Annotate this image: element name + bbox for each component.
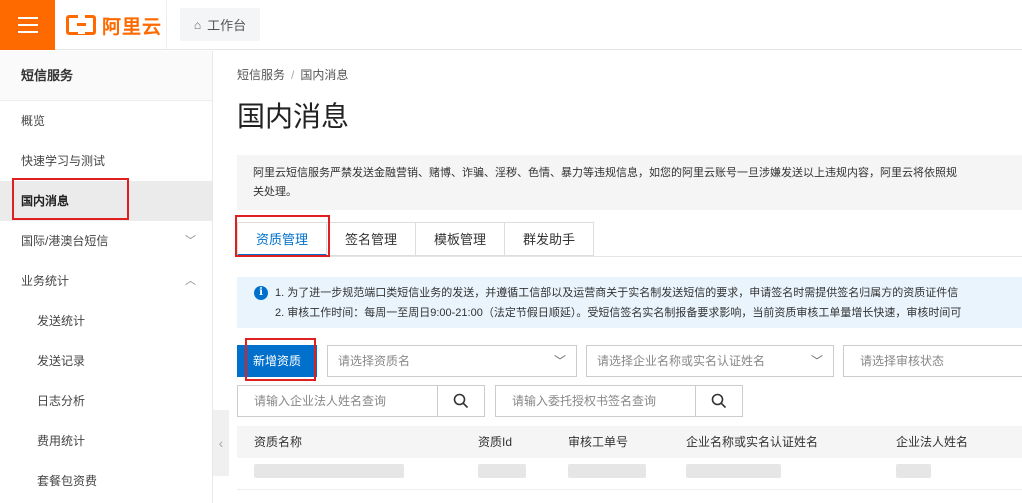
workbench-button[interactable]: ⌂ 工作台 <box>180 8 260 41</box>
sidebar-item-label: 套餐包资费 <box>37 474 98 488</box>
notice-line: 阿里云短信服务严禁发送金融营销、赌博、诈骗、淫秽、色情、暴力等违规信息，如您的阿… <box>253 167 957 179</box>
column-header: 企业名称或实名认证姓名 <box>686 435 819 449</box>
breadcrumb-separator: / <box>291 68 295 82</box>
redacted-cell <box>896 464 931 478</box>
tab-bulk-send[interactable]: 群发助手 <box>505 222 595 256</box>
chevron-down-icon: ﹀ <box>553 354 566 368</box>
search-icon <box>453 393 469 409</box>
tab-signature[interactable]: 签名管理 <box>327 222 417 256</box>
table-header: 资质名称 资质Id 审核工单号 企业名称或实名认证姓名 企业法人姓名 <box>237 426 1022 458</box>
sidebar-item-label: 发送记录 <box>37 354 86 368</box>
redacted-cell <box>686 464 781 478</box>
sidebar-item-label: 国际/港澳台短信 <box>21 234 109 248</box>
info-banner: i 1. 为了进一步规范端口类短信业务的发送，并遵循工信部以及运营商关于实名制发… <box>237 277 1022 328</box>
sidebar-item-quick-start[interactable]: 快速学习与测试 <box>0 141 212 181</box>
warning-notice: 阿里云短信服务严禁发送金融营销、赌博、诈骗、淫秽、色情、暴力等违规信息，如您的阿… <box>237 155 1022 210</box>
review-status-select[interactable]: 请选择审核状态 <box>843 345 1022 377</box>
redacted-cell <box>478 464 526 478</box>
notice-line: 关处理。 <box>253 186 297 198</box>
input-placeholder: 请输入委托授权书签名查询 <box>512 394 657 408</box>
qualification-name-select[interactable]: 请选择资质名 ﹀ <box>327 345 577 377</box>
sidebar-item-overview[interactable]: 概览 <box>0 101 212 141</box>
sidebar-item-label: 快速学习与测试 <box>21 154 106 168</box>
sidebar-item-label: 业务统计 <box>21 274 70 288</box>
sidebar-item-label: 日志分析 <box>37 394 86 408</box>
breadcrumb-item[interactable]: 短信服务 <box>237 68 285 82</box>
aliyun-logo-mark-icon <box>66 14 96 35</box>
sidebar-item-label: 发送统计 <box>37 314 86 328</box>
search-button[interactable] <box>437 385 485 417</box>
chevron-up-icon: ︿ <box>185 275 196 287</box>
top-bar: 阿里云 ⌂ 工作台 <box>0 0 1022 50</box>
column-header: 审核工单号 <box>568 435 629 449</box>
highlight-box <box>235 215 330 257</box>
select-placeholder: 请选择审核状态 <box>860 354 945 368</box>
sidebar-item-international[interactable]: 国际/港澳台短信 ﹀ <box>0 221 212 261</box>
home-icon: ⌂ <box>193 17 202 32</box>
sidebar-item-log-analysis[interactable]: 日志分析 <box>0 381 212 421</box>
column-header: 资质名称 <box>254 435 303 449</box>
info-line: 1. 为了进一步规范端口类短信业务的发送，并遵循工信部以及运营商关于实名制发送短… <box>275 287 959 299</box>
tab-divider <box>237 256 1022 257</box>
divider <box>166 0 167 50</box>
sidebar-item-label: 概览 <box>21 114 46 128</box>
sidebar-collapse-handle[interactable]: ‹ <box>213 410 229 476</box>
row-divider <box>237 489 1022 490</box>
info-icon: i <box>254 286 268 300</box>
company-name-select[interactable]: 请选择企业名称或实名认证姓名 ﹀ <box>586 345 834 377</box>
breadcrumb-item: 国内消息 <box>300 68 349 82</box>
highlight-box <box>245 338 316 381</box>
chevron-down-icon: ﹀ <box>810 354 823 368</box>
redacted-cell <box>254 464 404 478</box>
column-header: 资质Id <box>478 435 513 449</box>
input-placeholder: 请输入企业法人姓名查询 <box>254 394 387 408</box>
sidebar-item-statistics[interactable]: 业务统计 ︿ <box>0 261 212 301</box>
sidebar: 短信服务 概览 快速学习与测试 国内消息 国际/港澳台短信 ﹀ 业务统计 ︿ 发送统… <box>0 51 213 503</box>
highlight-box <box>12 178 129 220</box>
legal-person-search-input[interactable]: 请输入企业法人姓名查询 <box>237 385 438 417</box>
sidebar-item-send-stats[interactable]: 发送统计 <box>0 301 212 341</box>
select-placeholder: 请选择企业名称或实名认证姓名 <box>597 354 766 368</box>
aliyun-logo[interactable]: 阿里云 <box>66 12 162 38</box>
sidebar-item-send-records[interactable]: 发送记录 <box>0 341 212 381</box>
sidebar-title: 短信服务 <box>0 51 212 101</box>
authorization-sign-search-input[interactable]: 请输入委托授权书签名查询 <box>495 385 696 417</box>
logo-text: 阿里云 <box>102 16 163 38</box>
info-line: 2. 审核工作时间：每周一至周日9:00-21:00（法定节假日顺延）。受短信签… <box>275 307 962 319</box>
breadcrumb: 短信服务 / 国内消息 <box>237 66 348 83</box>
menu-icon[interactable] <box>0 0 55 50</box>
chevron-down-icon: ﹀ <box>185 235 196 247</box>
search-button[interactable] <box>695 385 743 417</box>
sidebar-item-fee-stats[interactable]: 费用统计 <box>0 421 212 461</box>
select-placeholder: 请选择资质名 <box>338 354 411 368</box>
column-header: 企业法人姓名 <box>896 435 969 449</box>
workbench-label: 工作台 <box>207 18 247 33</box>
tab-template[interactable]: 模板管理 <box>416 222 506 256</box>
search-icon <box>711 393 727 409</box>
redacted-cell <box>568 464 646 478</box>
sidebar-item-label: 费用统计 <box>37 434 86 448</box>
main-content: 短信服务 / 国内消息 国内消息 阿里云短信服务严禁发送金融营销、赌博、诈骗、淫秽、… <box>237 51 1022 503</box>
sidebar-item-package[interactable]: 套餐包资费 <box>0 461 212 501</box>
page-title: 国内消息 <box>237 101 350 132</box>
